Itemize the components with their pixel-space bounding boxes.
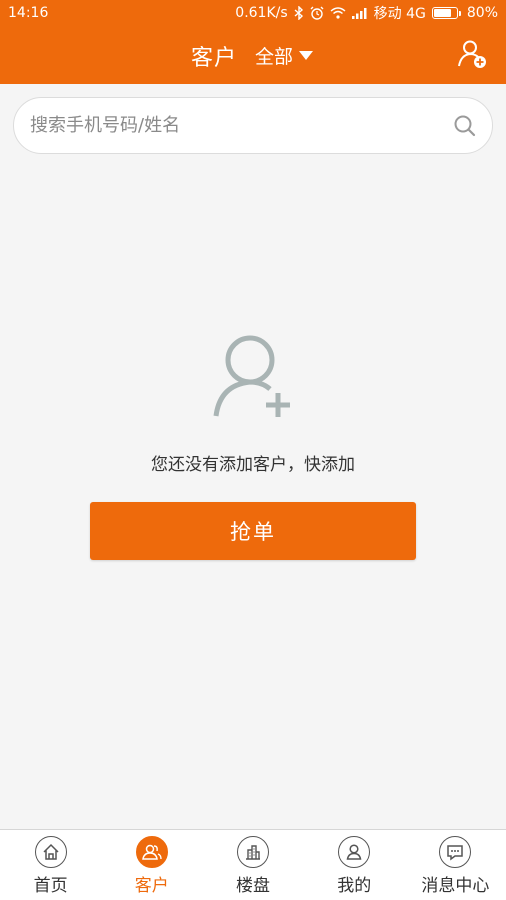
message-icon xyxy=(439,836,472,868)
signal-icon xyxy=(351,8,367,19)
search-input[interactable] xyxy=(30,115,452,136)
tab-messages[interactable]: 消息中心 xyxy=(405,830,506,900)
filter-dropdown[interactable]: 全部 xyxy=(255,42,314,69)
filter-label: 全部 xyxy=(255,46,294,68)
building-icon xyxy=(237,836,269,868)
wifi-icon xyxy=(330,7,346,19)
tab-home[interactable]: 首页 xyxy=(0,830,101,900)
grab-order-button[interactable]: 抢单 xyxy=(90,502,416,560)
carrier-label: 移动 4G xyxy=(373,6,426,22)
alarm-icon xyxy=(310,6,324,20)
caret-down-icon xyxy=(299,51,314,60)
battery-percent: 80% xyxy=(466,5,498,21)
tab-customers[interactable]: 客户 xyxy=(101,830,202,900)
tab-profile[interactable]: 我的 xyxy=(304,830,405,900)
tab-label: 楼盘 xyxy=(236,876,270,896)
home-icon xyxy=(34,836,67,868)
add-user-icon[interactable] xyxy=(456,38,488,70)
tab-buildings[interactable]: 楼盘 xyxy=(202,830,303,900)
empty-customer-icon xyxy=(213,335,290,417)
title-bar: 客户 全部 xyxy=(0,26,506,84)
battery-icon xyxy=(431,7,461,19)
page-title: 客户 xyxy=(191,46,238,71)
status-indicators: 0.61K/s 移动 4G 80% xyxy=(235,3,498,23)
app-header: 14:16 0.61K/s 移动 4G 80% 客户 全部 xyxy=(0,0,506,84)
bottom-tab-bar: 首页 客户 楼盘 我的 消息中心 xyxy=(0,829,506,900)
network-speed: 0.61K/s xyxy=(235,5,288,21)
customers-icon xyxy=(135,836,168,868)
search-bar xyxy=(13,97,493,154)
status-bar: 14:16 0.61K/s 移动 4G 80% xyxy=(0,0,506,26)
tab-label: 首页 xyxy=(33,876,68,896)
tab-label: 消息中心 xyxy=(421,876,490,896)
search-icon[interactable] xyxy=(452,113,478,139)
empty-state-message: 您还没有添加客户，快添加 xyxy=(151,455,355,475)
tab-label: 客户 xyxy=(134,876,169,896)
profile-icon xyxy=(338,836,371,868)
tab-label: 我的 xyxy=(337,876,372,896)
status-time: 14:16 xyxy=(8,5,49,21)
bluetooth-icon xyxy=(294,6,303,20)
